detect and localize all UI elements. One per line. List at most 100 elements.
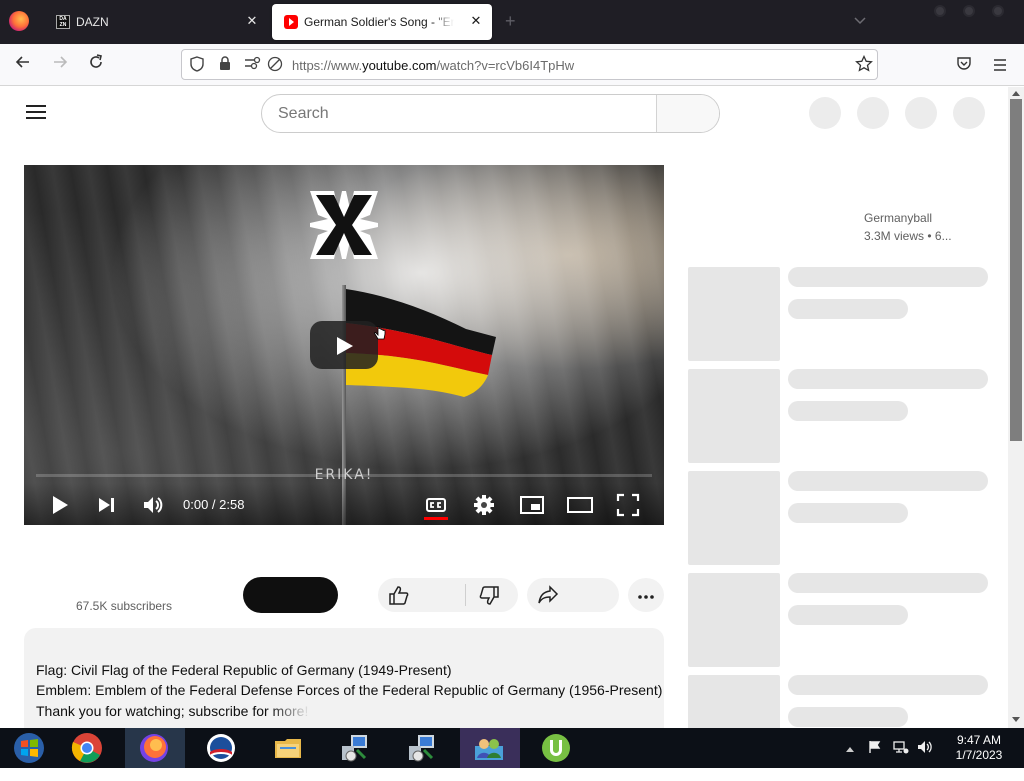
pocket-button[interactable] (951, 52, 977, 78)
clock-time: 9:47 AM (956, 733, 1002, 747)
guide-menu-button[interactable] (26, 105, 46, 119)
firefox-icon (140, 734, 168, 762)
subtitles-button[interactable] (420, 489, 452, 521)
fullscreen-button[interactable] (612, 489, 644, 521)
bookmark-star-icon[interactable] (855, 54, 873, 78)
taskbar-chrome[interactable] (58, 728, 118, 768)
miniplayer-button[interactable] (516, 489, 548, 521)
taskbar-firefox[interactable] (125, 728, 185, 768)
skeleton-thumbnail (688, 267, 780, 361)
scroll-down-arrow-icon[interactable] (1008, 714, 1024, 726)
skeleton-thumbnail (688, 573, 780, 667)
url-text[interactable]: https://www.youtube.com/watch?v=rcVb6I4T… (292, 58, 574, 73)
back-button[interactable] (10, 52, 36, 78)
closed-captions-icon (426, 498, 446, 512)
captions-active-indicator (424, 517, 448, 520)
like-divider (465, 584, 466, 606)
mute-button[interactable] (137, 489, 169, 521)
skeleton-thumbnail (688, 471, 780, 565)
chrome-icon (71, 733, 102, 763)
scrollbar-thumb[interactable] (1010, 99, 1022, 441)
recommended-channel-name[interactable]: Germanyball (864, 211, 932, 225)
skeleton-subtitle (788, 503, 908, 523)
video-player[interactable]: ERIKA! 0:00 / 2:58 (24, 165, 664, 525)
start-icon (14, 733, 44, 763)
taskbar-utorrent[interactable] (527, 728, 587, 768)
description-line: Flag: Civil Flag of the Federal Republic… (36, 662, 452, 678)
progress-bar[interactable] (36, 474, 652, 477)
action-center-flag-icon[interactable] (868, 740, 882, 780)
volume-tray-icon[interactable] (917, 740, 933, 780)
new-tab-button[interactable]: + (505, 12, 516, 30)
taskbar-network-setup[interactable] (326, 728, 386, 768)
network-setup-2-icon (409, 735, 434, 762)
share-arrow-icon (538, 585, 559, 604)
close-window-button[interactable] (992, 5, 1004, 17)
clock-date: 1/7/2023 (955, 748, 1003, 762)
permissions-icon[interactable] (244, 56, 262, 74)
play-button[interactable] (44, 489, 76, 521)
url-domain: youtube.com (362, 58, 437, 73)
lock-icon[interactable] (216, 56, 234, 74)
autoplay-blocked-icon[interactable] (266, 56, 284, 74)
network-icon[interactable] (893, 740, 909, 780)
start-button[interactable] (0, 728, 60, 768)
system-clock[interactable]: 9:47 AM 1/7/2023 (944, 733, 1014, 763)
search-button[interactable] (656, 95, 719, 132)
like-button[interactable] (388, 585, 410, 610)
app-menu-button[interactable] (987, 52, 1013, 78)
description-line: Emblem: Emblem of the Federal Defense Fo… (36, 682, 663, 698)
page-scrollbar[interactable] (1008, 87, 1024, 728)
skeleton-title (788, 267, 988, 287)
next-button[interactable] (90, 489, 122, 521)
tab-youtube-erika[interactable]: German Soldier's Song - "Erika" ✕ (272, 4, 492, 40)
video-description[interactable]: Flag: Civil Flag of the Federal Republic… (24, 628, 664, 728)
player-controls: 0:00 / 2:58 (24, 483, 664, 525)
more-actions-button[interactable] (628, 578, 664, 612)
play-icon (53, 496, 68, 514)
taskbar-file-explorer[interactable] (259, 728, 319, 768)
taskbar-users-app[interactable] (460, 728, 520, 768)
skeleton-subtitle (788, 299, 908, 319)
url-prefix: https://www. (292, 58, 363, 73)
minimize-window-button[interactable] (934, 5, 946, 17)
tab-dazn[interactable]: DA ZN DAZN ✕ (44, 4, 268, 40)
tracking-protection-shield-icon[interactable] (188, 56, 206, 74)
subscribe-button[interactable] (243, 577, 338, 613)
scroll-up-arrow-icon[interactable] (1008, 87, 1024, 99)
close-tab-icon[interactable]: ✕ (468, 13, 484, 29)
firefox-logo-icon[interactable] (9, 11, 29, 31)
show-hidden-icons-button[interactable] (846, 741, 854, 781)
fullscreen-icon (616, 493, 640, 517)
hamburger-menu-icon (994, 59, 1006, 71)
header-placeholder-circle[interactable] (953, 97, 985, 129)
maximize-window-button[interactable] (963, 5, 975, 17)
dislike-button[interactable] (478, 586, 500, 611)
theater-mode-button[interactable] (564, 489, 596, 521)
header-placeholder-circle[interactable] (809, 97, 841, 129)
miniplayer-icon (520, 496, 544, 514)
close-tab-icon[interactable]: ✕ (244, 13, 260, 29)
large-play-button[interactable] (310, 321, 378, 369)
header-placeholder-circle[interactable] (857, 97, 889, 129)
time-display: 0:00 / 2:58 (183, 497, 245, 512)
utorrent-icon (542, 734, 570, 762)
reload-button[interactable] (83, 52, 109, 78)
tab-label: German Soldier's Song - "Erika" (304, 15, 454, 29)
header-placeholder-circle[interactable] (905, 97, 937, 129)
gear-icon (474, 495, 494, 515)
taskbar-network-setup-2[interactable] (393, 728, 453, 768)
list-all-tabs-icon[interactable] (854, 14, 866, 28)
skeleton-title (788, 369, 988, 389)
search-input[interactable] (262, 95, 657, 132)
views-suffix: • 6... (927, 229, 952, 243)
settings-button[interactable] (468, 489, 500, 521)
recommended-view-count: 3.3M views • 6... (864, 229, 952, 243)
skeleton-title (788, 471, 988, 491)
forward-button[interactable] (47, 52, 73, 78)
share-button[interactable] (527, 578, 619, 612)
address-bar[interactable]: https://www.youtube.com/watch?v=rcVb6I4T… (181, 49, 878, 80)
taskbar-obama-logo[interactable] (192, 728, 252, 768)
menu-line (26, 105, 46, 107)
hand-cursor-icon (374, 326, 386, 340)
